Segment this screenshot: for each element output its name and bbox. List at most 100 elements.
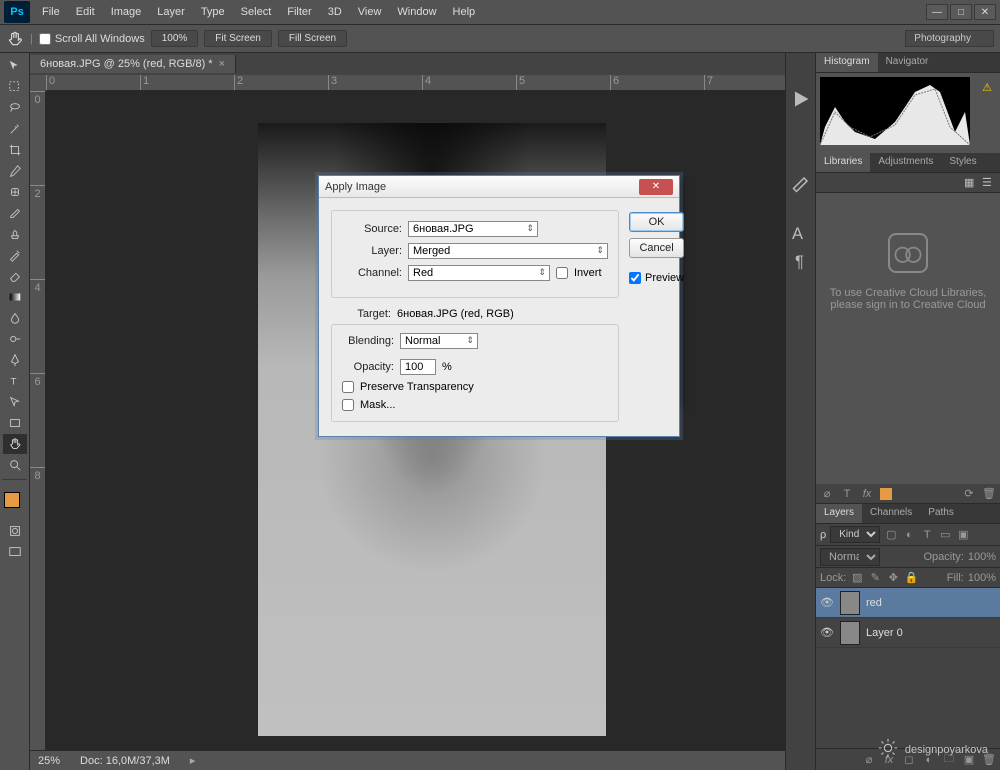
gradient-tool[interactable]	[3, 287, 27, 307]
zoom-100-button[interactable]: 100%	[151, 30, 199, 47]
ruler-origin[interactable]	[30, 75, 46, 91]
zoom-tool[interactable]	[3, 455, 27, 475]
type-fx-icon[interactable]: T	[840, 487, 854, 501]
menu-image[interactable]: Image	[103, 2, 150, 22]
horizontal-ruler[interactable]: 01234567	[46, 75, 785, 91]
visibility-icon[interactable]: 👁	[820, 596, 834, 609]
screen-mode-toggle[interactable]	[3, 542, 27, 562]
layer-select[interactable]: Merged	[408, 243, 608, 259]
marquee-tool[interactable]	[3, 77, 27, 97]
filter-shape-icon[interactable]: ▭	[938, 528, 952, 542]
rectangle-tool[interactable]	[3, 413, 27, 433]
lasso-tool[interactable]	[3, 98, 27, 118]
scroll-all-checkbox[interactable]: Scroll All Windows	[39, 33, 145, 45]
styles-tab[interactable]: Styles	[941, 153, 984, 172]
path-selection-tool[interactable]	[3, 392, 27, 412]
layers-tab[interactable]: Layers	[816, 504, 862, 523]
mask-checkbox[interactable]	[342, 399, 354, 411]
lock-pixels-icon[interactable]: ✎	[868, 571, 882, 585]
navigator-tab[interactable]: Navigator	[878, 53, 937, 72]
workspace-switcher[interactable]: Photography	[905, 30, 994, 47]
magic-wand-tool[interactable]	[3, 119, 27, 139]
clone-stamp-tool[interactable]	[3, 224, 27, 244]
layer-name[interactable]: red	[866, 597, 882, 609]
healing-brush-tool[interactable]	[3, 182, 27, 202]
fx-icon[interactable]: fx	[860, 487, 874, 501]
adjustments-tab[interactable]: Adjustments	[870, 153, 941, 172]
pen-tool[interactable]	[3, 350, 27, 370]
filter-adjust-icon[interactable]: ◐	[902, 528, 916, 542]
menu-edit[interactable]: Edit	[68, 2, 103, 22]
lock-transparency-icon[interactable]: ▨	[850, 571, 864, 585]
link-icon[interactable]: ⌀	[820, 487, 834, 501]
opacity-input[interactable]	[400, 359, 436, 375]
menu-window[interactable]: Window	[389, 2, 444, 22]
close-window-button[interactable]: ✕	[974, 4, 996, 20]
type-panel-icon[interactable]: A	[789, 221, 813, 245]
filter-type-icon[interactable]: T	[920, 528, 934, 542]
blur-tool[interactable]	[3, 308, 27, 328]
layer-row-red[interactable]: 👁 red	[816, 588, 1000, 618]
invert-checkbox[interactable]	[556, 267, 568, 279]
list-view-icon[interactable]: ☰	[982, 176, 996, 190]
dodge-tool[interactable]	[3, 329, 27, 349]
paths-tab[interactable]: Paths	[920, 504, 962, 523]
layer-row-layer0[interactable]: 👁 Layer 0	[816, 618, 1000, 648]
vertical-ruler[interactable]: 02468	[30, 91, 46, 770]
fill-screen-button[interactable]: Fill Screen	[278, 30, 347, 47]
source-select[interactable]: 6новая.JPG	[408, 221, 538, 237]
histogram-tab[interactable]: Histogram	[816, 53, 878, 72]
eyedropper-tool[interactable]	[3, 161, 27, 181]
brush-tool[interactable]	[3, 203, 27, 223]
brushes-panel-icon[interactable]	[789, 169, 813, 193]
layer-name[interactable]: Layer 0	[866, 627, 903, 639]
blend-mode-select[interactable]: Normal	[820, 548, 880, 566]
crop-tool[interactable]	[3, 140, 27, 160]
move-tool[interactable]	[3, 56, 27, 76]
channel-select[interactable]: Red	[408, 265, 550, 281]
hand-tool[interactable]	[3, 434, 27, 454]
menu-help[interactable]: Help	[445, 2, 484, 22]
filter-image-icon[interactable]: ▢	[884, 528, 898, 542]
layer-filter-kind[interactable]: Kind	[830, 526, 880, 543]
lock-position-icon[interactable]: ✥	[886, 571, 900, 585]
history-brush-tool[interactable]	[3, 245, 27, 265]
cancel-button[interactable]: Cancel	[629, 238, 684, 258]
play-panel-icon[interactable]	[789, 87, 813, 111]
refresh-icon[interactable]: ⟳	[962, 487, 976, 501]
grid-view-icon[interactable]: ▦	[964, 176, 978, 190]
zoom-level[interactable]: 25%	[38, 755, 60, 767]
menu-type[interactable]: Type	[193, 2, 233, 22]
eraser-tool[interactable]	[3, 266, 27, 286]
doc-info[interactable]: Doc: 16,0M/37,3M	[80, 755, 170, 767]
menu-3d[interactable]: 3D	[320, 2, 350, 22]
quick-mask-toggle[interactable]	[3, 521, 27, 541]
layer-thumbnail[interactable]	[840, 591, 860, 615]
preserve-transparency-checkbox[interactable]	[342, 381, 354, 393]
ok-button[interactable]: OK	[629, 212, 684, 232]
channels-tab[interactable]: Channels	[862, 504, 920, 523]
color-swatches[interactable]	[0, 490, 29, 520]
minimize-button[interactable]: —	[926, 4, 948, 20]
lock-all-icon[interactable]: 🔒	[904, 571, 918, 585]
trash-icon[interactable]: 🗑	[982, 487, 996, 501]
libraries-tab[interactable]: Libraries	[816, 153, 870, 172]
visibility-icon[interactable]: 👁	[820, 626, 834, 639]
close-tab-icon[interactable]: ×	[219, 58, 225, 70]
menu-select[interactable]: Select	[233, 2, 280, 22]
foreground-color[interactable]	[4, 492, 20, 508]
preview-checkbox[interactable]: Preview	[629, 272, 684, 284]
link-layers-icon[interactable]: ⌀	[862, 753, 876, 767]
fit-screen-button[interactable]: Fit Screen	[204, 30, 272, 47]
blending-select[interactable]: Normal	[400, 333, 478, 349]
filter-smart-icon[interactable]: ▣	[956, 528, 970, 542]
menu-layer[interactable]: Layer	[149, 2, 193, 22]
maximize-button[interactable]: □	[950, 4, 972, 20]
layer-thumbnail[interactable]	[840, 621, 860, 645]
dialog-close-button[interactable]: ✕	[639, 179, 673, 195]
type-tool[interactable]: T	[3, 371, 27, 391]
menu-filter[interactable]: Filter	[279, 2, 319, 22]
menu-file[interactable]: File	[34, 2, 68, 22]
menu-view[interactable]: View	[350, 2, 390, 22]
dialog-titlebar[interactable]: Apply Image ✕	[319, 176, 679, 198]
